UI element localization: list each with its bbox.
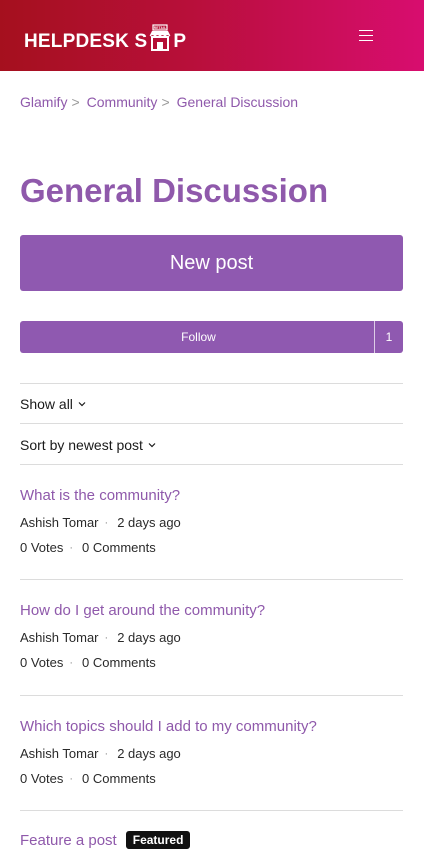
- list-item: What is the community? Ashish Tomar · 2 …: [20, 487, 403, 555]
- divider: [20, 423, 403, 424]
- post-votes: 0 Votes: [20, 540, 64, 555]
- post-votes: 0 Votes: [20, 655, 64, 670]
- list-item: Which topics should I add to my communit…: [20, 718, 403, 786]
- list-item: Feature a post Featured: [20, 831, 403, 849]
- follow-label: Follow: [181, 330, 216, 344]
- sort-label: Sort by newest post: [20, 437, 143, 453]
- post-comments: 0 Comments: [82, 771, 156, 786]
- site-logo[interactable]: HELPDESK S RETAIL P: [24, 20, 186, 52]
- separator-dot-icon: ·: [69, 772, 74, 785]
- post-comments: 0 Comments: [82, 540, 156, 555]
- logo-text-left: HELPDESK S: [24, 31, 148, 52]
- post-author[interactable]: Ashish Tomar: [20, 630, 99, 645]
- site-header: HELPDESK S RETAIL P: [0, 0, 424, 71]
- separator-dot-icon: ·: [69, 656, 74, 669]
- separator-dot-icon: ·: [69, 541, 74, 554]
- post-votes: 0 Votes: [20, 771, 64, 786]
- store-sign-text: RETAIL: [154, 26, 166, 30]
- post-title-link[interactable]: How do I get around the community?: [20, 602, 403, 619]
- post-time: 2 days ago: [117, 746, 181, 761]
- chevron-down-icon: [148, 443, 156, 448]
- store-icon: RETAIL: [148, 24, 172, 52]
- breadcrumb-link-community[interactable]: Community: [87, 94, 158, 110]
- post-title-link[interactable]: Which topics should I add to my communit…: [20, 718, 403, 735]
- post-time: 2 days ago: [117, 515, 181, 530]
- divider: [20, 383, 403, 384]
- divider: [20, 695, 403, 696]
- page-title: General Discussion: [20, 172, 329, 209]
- show-filter-label: Show all: [20, 396, 73, 412]
- post-author[interactable]: Ashish Tomar: [20, 515, 99, 530]
- post-comments: 0 Comments: [82, 655, 156, 670]
- separator-dot-icon: ·: [104, 516, 109, 529]
- breadcrumb-separator-icon: >: [161, 94, 170, 110]
- post-title-link[interactable]: What is the community?: [20, 487, 403, 504]
- breadcrumb-link-current[interactable]: General Discussion: [177, 94, 298, 110]
- post-time: 2 days ago: [117, 630, 181, 645]
- breadcrumb-link-glamify[interactable]: Glamify: [20, 94, 67, 110]
- post-author[interactable]: Ashish Tomar: [20, 746, 99, 761]
- sort-dropdown[interactable]: Sort by newest post: [20, 437, 156, 453]
- separator-dot-icon: ·: [104, 631, 109, 644]
- hamburger-menu-icon[interactable]: [359, 30, 373, 41]
- separator-dot-icon: ·: [104, 747, 109, 760]
- breadcrumb-separator-icon: >: [71, 94, 80, 110]
- post-title-link[interactable]: Feature a post: [20, 832, 117, 849]
- divider: [20, 810, 403, 811]
- breadcrumb: Glamify > Community > General Discussion: [20, 94, 298, 110]
- chevron-down-icon: [78, 402, 86, 407]
- list-item: How do I get around the community? Ashis…: [20, 602, 403, 670]
- new-post-button[interactable]: New post: [20, 235, 403, 291]
- divider: [20, 464, 403, 465]
- show-filter-dropdown[interactable]: Show all: [20, 396, 86, 412]
- post-title-row: Feature a post Featured: [20, 831, 403, 849]
- follower-count: 1: [374, 321, 403, 353]
- follow-button[interactable]: Follow 1: [20, 321, 403, 353]
- divider: [20, 579, 403, 580]
- featured-badge: Featured: [125, 831, 191, 849]
- logo-text-right: P: [173, 31, 187, 52]
